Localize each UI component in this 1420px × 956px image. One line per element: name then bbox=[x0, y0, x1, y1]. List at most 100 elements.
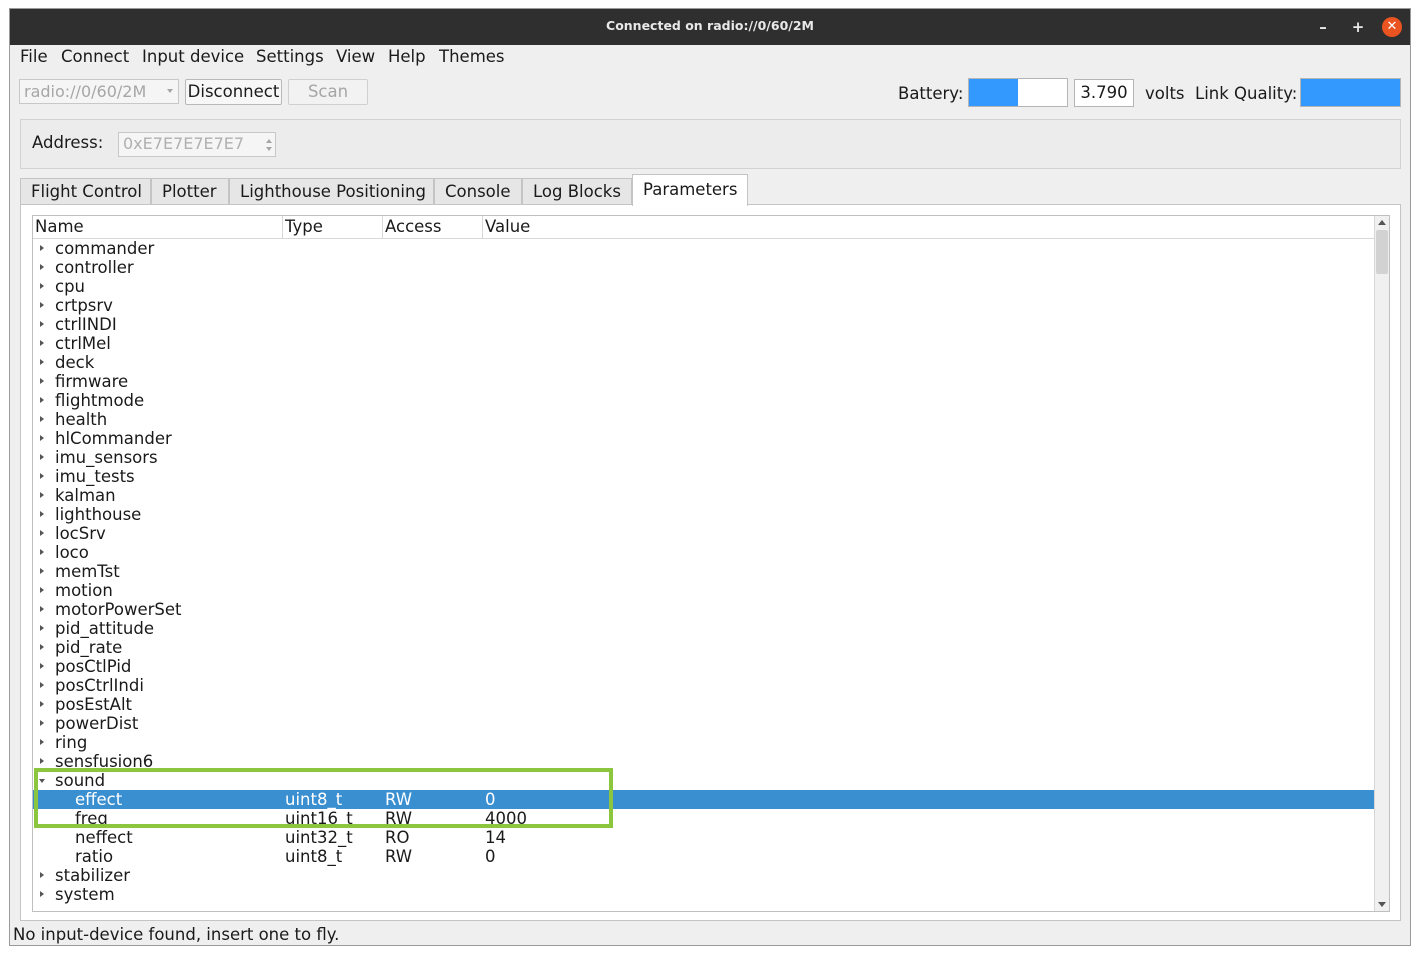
collapsed-arrow-icon[interactable] bbox=[40, 758, 44, 764]
collapsed-arrow-icon[interactable] bbox=[40, 416, 44, 422]
param-row[interactable]: ratio uint8_t RW 0 bbox=[33, 847, 1376, 866]
group-row[interactable]: posCtlPid bbox=[33, 657, 1376, 676]
collapsed-arrow-icon[interactable] bbox=[40, 568, 44, 574]
address-field[interactable]: 0xE7E7E7E7E7 bbox=[118, 132, 276, 157]
collapsed-arrow-icon[interactable] bbox=[40, 587, 44, 593]
group-row[interactable]: powerDist bbox=[33, 714, 1376, 733]
group-row[interactable]: crtpsrv bbox=[33, 296, 1376, 315]
collapsed-arrow-icon[interactable] bbox=[40, 454, 44, 460]
vertical-scrollbar[interactable] bbox=[1374, 216, 1389, 911]
collapsed-arrow-icon[interactable] bbox=[40, 701, 44, 707]
collapsed-arrow-icon[interactable] bbox=[40, 530, 44, 536]
menu-settings[interactable]: Settings bbox=[256, 47, 324, 66]
collapsed-arrow-icon[interactable] bbox=[40, 663, 44, 669]
param-name: powerDist bbox=[55, 714, 139, 733]
menu-connect[interactable]: Connect bbox=[61, 47, 129, 66]
collapsed-arrow-icon[interactable] bbox=[40, 625, 44, 631]
close-icon[interactable]: ✕ bbox=[1382, 17, 1402, 37]
group-row[interactable]: memTst bbox=[33, 562, 1376, 581]
collapsed-arrow-icon[interactable] bbox=[40, 511, 44, 517]
spin-up-icon[interactable] bbox=[266, 139, 272, 143]
collapsed-arrow-icon[interactable] bbox=[40, 644, 44, 650]
collapsed-arrow-icon[interactable] bbox=[40, 359, 44, 365]
menu-view[interactable]: View bbox=[336, 47, 375, 66]
menu-themes[interactable]: Themes bbox=[439, 47, 505, 66]
group-row[interactable]: system bbox=[33, 885, 1376, 904]
header-name[interactable]: Name bbox=[33, 216, 283, 238]
group-row[interactable]: sensfusion6 bbox=[33, 752, 1376, 771]
group-row[interactable]: lighthouse bbox=[33, 505, 1376, 524]
minimize-icon[interactable]: – bbox=[1313, 17, 1333, 37]
scrollbar-thumb[interactable] bbox=[1376, 230, 1388, 274]
tab-plotter[interactable]: Plotter bbox=[151, 178, 229, 205]
group-row[interactable]: controller bbox=[33, 258, 1376, 277]
collapsed-arrow-icon[interactable] bbox=[40, 378, 44, 384]
group-row[interactable]: posCtrlIndi bbox=[33, 676, 1376, 695]
parameter-tree[interactable]: Name Type Access Value commander controll… bbox=[32, 215, 1390, 912]
tab-log-blocks[interactable]: Log Blocks bbox=[522, 178, 632, 205]
group-row[interactable]: ctrlMel bbox=[33, 334, 1376, 353]
tab-flight-control[interactable]: Flight Control bbox=[20, 178, 151, 205]
group-row[interactable]: cpu bbox=[33, 277, 1376, 296]
scan-button[interactable]: Scan bbox=[288, 79, 368, 105]
group-row[interactable]: kalman bbox=[33, 486, 1376, 505]
tab-parameters[interactable]: Parameters bbox=[632, 174, 748, 206]
collapsed-arrow-icon[interactable] bbox=[40, 245, 44, 251]
collapsed-arrow-icon[interactable] bbox=[40, 682, 44, 688]
header-type[interactable]: Type bbox=[283, 216, 383, 238]
menu-input-device[interactable]: Input device bbox=[142, 47, 244, 66]
param-row[interactable]: freq uint16_t RW 4000 bbox=[33, 809, 1376, 828]
collapsed-arrow-icon[interactable] bbox=[40, 397, 44, 403]
group-row[interactable]: health bbox=[33, 410, 1376, 429]
group-row[interactable]: firmware bbox=[33, 372, 1376, 391]
collapsed-arrow-icon[interactable] bbox=[40, 720, 44, 726]
group-row[interactable]: flightmode bbox=[33, 391, 1376, 410]
group-row[interactable]: ring bbox=[33, 733, 1376, 752]
collapsed-arrow-icon[interactable] bbox=[40, 549, 44, 555]
group-row[interactable]: commander bbox=[33, 239, 1376, 258]
param-row[interactable]: neffect uint32_t RO 14 bbox=[33, 828, 1376, 847]
group-row[interactable]: imu_tests bbox=[33, 467, 1376, 486]
menu-file[interactable]: File bbox=[20, 47, 48, 66]
header-access[interactable]: Access bbox=[383, 216, 483, 238]
header-value[interactable]: Value bbox=[483, 216, 1376, 238]
scroll-down-icon[interactable] bbox=[1378, 902, 1386, 907]
collapsed-arrow-icon[interactable] bbox=[40, 872, 44, 878]
collapsed-arrow-icon[interactable] bbox=[40, 473, 44, 479]
radio-uri-select[interactable]: radio://0/60/2M bbox=[19, 79, 179, 104]
group-row[interactable]: imu_sensors bbox=[33, 448, 1376, 467]
scroll-up-icon[interactable] bbox=[1378, 220, 1386, 225]
collapsed-arrow-icon[interactable] bbox=[40, 739, 44, 745]
group-row[interactable]: motion bbox=[33, 581, 1376, 600]
collapsed-arrow-icon[interactable] bbox=[40, 492, 44, 498]
collapsed-arrow-icon[interactable] bbox=[40, 283, 44, 289]
group-row[interactable]: locSrv bbox=[33, 524, 1376, 543]
collapsed-arrow-icon[interactable] bbox=[40, 264, 44, 270]
param-row[interactable]: effect uint8_t RW 0 bbox=[33, 790, 1376, 809]
group-row[interactable]: hlCommander bbox=[33, 429, 1376, 448]
group-row[interactable]: pid_rate bbox=[33, 638, 1376, 657]
title-bar[interactable]: Connected on radio://0/60/2M – + ✕ bbox=[10, 9, 1410, 45]
tab-lighthouse-positioning[interactable]: Lighthouse Positioning bbox=[229, 178, 434, 205]
group-row[interactable]: posEstAlt bbox=[33, 695, 1376, 714]
collapsed-arrow-icon[interactable] bbox=[40, 891, 44, 897]
collapsed-arrow-icon[interactable] bbox=[40, 302, 44, 308]
group-row[interactable]: deck bbox=[33, 353, 1376, 372]
group-row[interactable]: stabilizer bbox=[33, 866, 1376, 885]
expanded-arrow-icon[interactable] bbox=[39, 779, 45, 783]
disconnect-button[interactable]: Disconnect bbox=[185, 79, 282, 105]
maximize-icon[interactable]: + bbox=[1348, 17, 1368, 37]
menu-help[interactable]: Help bbox=[388, 47, 426, 66]
group-row[interactable]: motorPowerSet bbox=[33, 600, 1376, 619]
group-row[interactable]: loco bbox=[33, 543, 1376, 562]
collapsed-arrow-icon[interactable] bbox=[40, 606, 44, 612]
collapsed-arrow-icon[interactable] bbox=[40, 321, 44, 327]
group-row[interactable]: sound bbox=[33, 771, 1376, 790]
collapsed-arrow-icon[interactable] bbox=[40, 340, 44, 346]
tab-console[interactable]: Console bbox=[434, 178, 522, 205]
group-row[interactable]: pid_attitude bbox=[33, 619, 1376, 638]
group-row[interactable]: ctrlINDI bbox=[33, 315, 1376, 334]
spin-down-icon[interactable] bbox=[266, 147, 272, 151]
battery-label: Battery: bbox=[898, 84, 964, 103]
collapsed-arrow-icon[interactable] bbox=[40, 435, 44, 441]
